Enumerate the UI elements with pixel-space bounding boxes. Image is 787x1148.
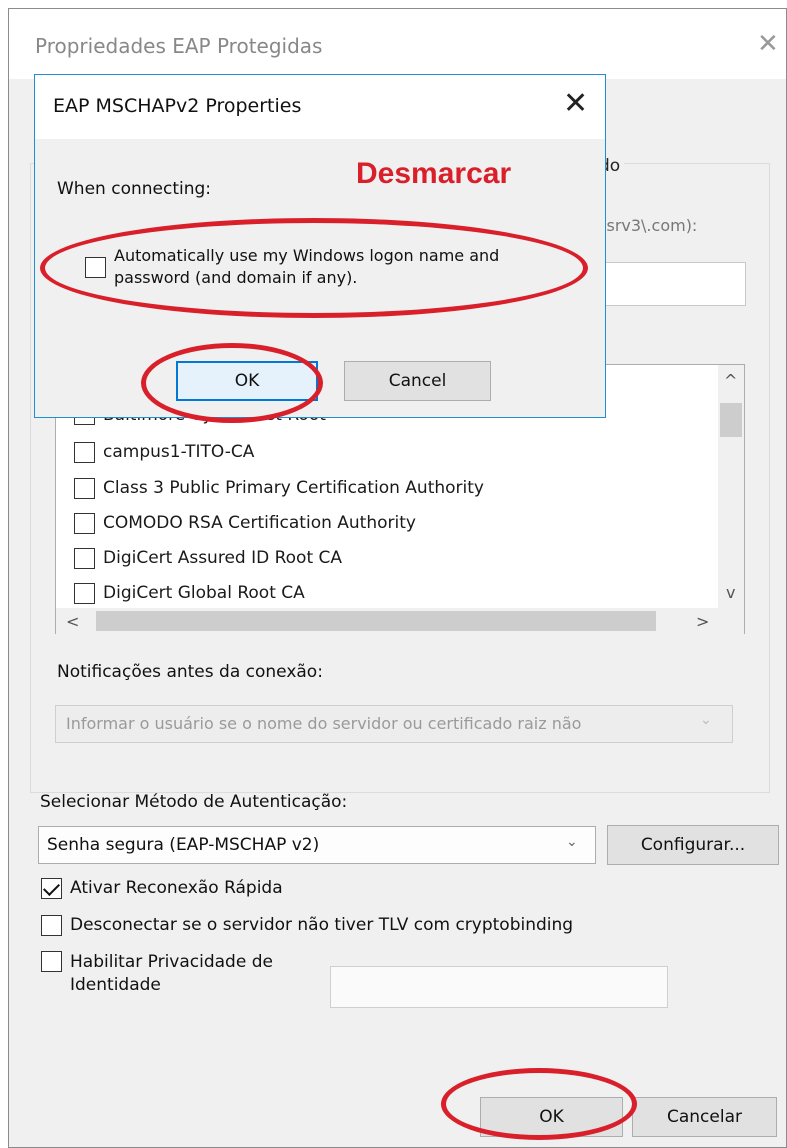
server-name-label: \.srv3\.com): — [596, 216, 698, 235]
identity-privacy-option[interactable]: Habilitar Privacidade de Identidade — [41, 951, 301, 997]
horizontal-scroll-thumb[interactable] — [96, 611, 656, 631]
list-item[interactable]: Class 3 Public Primary Certification Aut… — [74, 473, 484, 503]
scroll-down-icon[interactable]: v — [726, 583, 735, 602]
vertical-scroll-thumb[interactable] — [720, 403, 742, 437]
checkbox[interactable] — [74, 441, 95, 463]
identity-privacy-input[interactable] — [330, 966, 668, 1008]
checkbox[interactable] — [41, 878, 62, 899]
server-name-input[interactable] — [600, 262, 746, 306]
highlight-ellipse — [441, 1068, 637, 1140]
option-label: Ativar Reconexão Rápida — [70, 878, 283, 898]
cancel-button[interactable]: Cancelar — [632, 1097, 777, 1137]
vertical-scrollbar[interactable] — [718, 365, 744, 608]
when-connecting-label: When connecting: — [57, 179, 212, 199]
disconnect-tlv-option[interactable]: Desconectar se o servidor não tiver TLV … — [41, 915, 573, 936]
configure-button[interactable]: Configurar... — [607, 825, 779, 865]
fast-reconnect-option[interactable]: Ativar Reconexão Rápida — [41, 878, 283, 899]
annotation-text: Desmarcar — [356, 157, 512, 190]
option-label: Habilitar Privacidade de Identidade — [70, 952, 273, 995]
chevron-down-icon: ⌄ — [566, 834, 578, 850]
scroll-left-icon[interactable]: < — [66, 612, 79, 631]
notifications-select[interactable]: Informar o usuário se o nome do servidor… — [55, 705, 733, 743]
scroll-right-icon[interactable]: > — [696, 612, 709, 631]
cert-name: Class 3 Public Primary Certification Aut… — [103, 478, 484, 498]
checkbox[interactable] — [74, 512, 95, 534]
auth-method-label: Selecionar Método de Autenticação: — [40, 792, 348, 812]
scroll-up-icon[interactable]: ^ — [724, 371, 737, 390]
dialog-title: EAP MSCHAPv2 Properties — [53, 95, 302, 117]
cert-name: campus1-TITO-CA — [103, 442, 255, 462]
dialog-title: Propriedades EAP Protegidas — [35, 34, 323, 58]
cert-name: COMODO RSA Certification Authority — [103, 513, 416, 533]
close-icon[interactable]: ✕ — [563, 89, 588, 119]
cancel-button[interactable]: Cancel — [344, 361, 491, 401]
checkbox[interactable] — [41, 951, 62, 972]
checkbox[interactable] — [74, 547, 95, 569]
highlight-ellipse — [141, 343, 323, 423]
option-label: Desconectar se o servidor não tiver TLV … — [70, 915, 574, 935]
list-item[interactable]: DigiCert Assured ID Root CA — [74, 543, 342, 573]
cert-name: DigiCert Assured ID Root CA — [103, 548, 343, 568]
chevron-down-icon: ⌄ — [700, 712, 712, 728]
list-item[interactable]: DigiCert Global Root CA — [74, 578, 305, 608]
list-item[interactable]: COMODO RSA Certification Authority — [74, 508, 416, 538]
list-item[interactable]: campus1-TITO-CA — [74, 437, 254, 467]
close-icon[interactable]: ✕ — [757, 31, 779, 57]
checkbox[interactable] — [74, 582, 95, 604]
highlight-ellipse — [40, 218, 588, 318]
auth-method-select[interactable]: Senha segura (EAP-MSCHAP v2) — [38, 826, 596, 864]
notifications-label: Notificações antes da conexão: — [57, 662, 323, 682]
checkbox[interactable] — [74, 477, 95, 499]
cert-name: DigiCert Global Root CA — [103, 583, 305, 603]
checkbox[interactable] — [41, 915, 62, 936]
